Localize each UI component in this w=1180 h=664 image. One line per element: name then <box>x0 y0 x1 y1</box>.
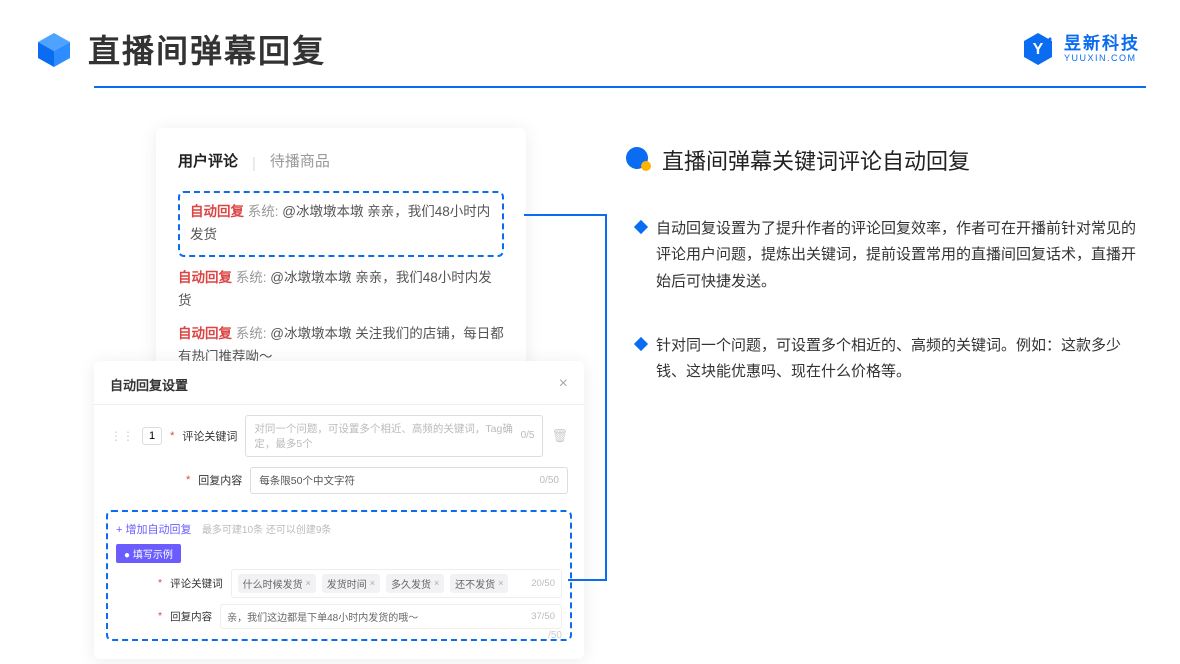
comments-panel: 用户评论 | 待播商品 自动回复 系统: @冰墩墩本墩 亲亲，我们48小时内发货… <box>156 128 526 387</box>
brand-name-cn: 昱新科技 <box>1064 35 1140 52</box>
tab-pending-products[interactable]: 待播商品 <box>270 150 330 177</box>
keyword-chip[interactable]: 发货时间× <box>322 574 380 593</box>
page-header: 直播间弹幕回复 Y 昱新科技 YUUXIN.COM <box>0 0 1180 72</box>
add-auto-reply-link[interactable]: + 增加自动回复 <box>116 524 191 536</box>
brand-name-en: YUUXIN.COM <box>1064 54 1140 63</box>
bullet-text: 针对同一个问题，可设置多个相近的、高频的关键词。例如：这款多少钱、这块能优惠吗、… <box>656 333 1140 386</box>
svg-text:Y: Y <box>1033 41 1044 58</box>
keyword-chip[interactable]: 什么时候发货× <box>238 574 316 593</box>
tabs: 用户评论 | 待播商品 <box>178 150 504 177</box>
example-badge: ● 填写示例 <box>116 544 181 563</box>
keyword-chip[interactable]: 多久发货× <box>386 574 444 593</box>
chip-remove-icon[interactable]: × <box>306 578 311 588</box>
settings-title: 自动回复设置 <box>110 375 188 394</box>
bullet-item: 自动回复设置为了提升作者的评论回复效率，作者可在开播前针对常见的评论用户问题，提… <box>636 216 1140 295</box>
add-hint: 最多可建10条 还可以创建9条 <box>202 525 331 536</box>
tab-user-comments[interactable]: 用户评论 <box>178 150 238 177</box>
chip-remove-icon[interactable]: × <box>498 578 503 588</box>
example-keyword-count: 20/50 <box>531 578 555 589</box>
bullet-text: 自动回复设置为了提升作者的评论回复效率，作者可在开播前针对常见的评论用户问题，提… <box>656 216 1140 295</box>
screenshots-column: 用户评论 | 待播商品 自动回复 系统: @冰墩墩本墩 亲亲，我们48小时内发货… <box>94 128 584 659</box>
section-title: 直播间弹幕关键词评论自动回复 <box>662 144 970 176</box>
index-box: 1 <box>142 427 162 445</box>
content-input[interactable]: 每条限50个中文字符 0/50 <box>250 467 568 494</box>
required-marker: * <box>158 577 162 589</box>
tab-separator: | <box>252 155 256 172</box>
system-label: 系统: <box>248 204 279 219</box>
section-heading: 直播间弹幕关键词评论自动回复 <box>624 144 1140 176</box>
required-marker: * <box>158 610 162 622</box>
auto-reply-tag: 自动回复 <box>178 326 232 341</box>
page-title: 直播间弹幕回复 <box>88 26 326 72</box>
close-icon[interactable]: × <box>559 375 568 393</box>
example-content-count: 37/50 <box>531 611 555 622</box>
example-content-label: 回复内容 <box>170 609 212 624</box>
example-content-input[interactable]: 亲，我们这边都是下单48小时内发货的哦～ 37/50 <box>220 604 562 629</box>
drag-handle-icon[interactable]: ⋮⋮ <box>110 429 134 443</box>
auto-reply-tag: 自动回复 <box>190 204 244 219</box>
bullet-list: 自动回复设置为了提升作者的评论回复效率，作者可在开播前针对常见的评论用户问题，提… <box>624 216 1140 385</box>
comment-line: 自动回复 系统: @冰墩墩本墩 亲亲，我们48小时内发货 <box>178 267 504 313</box>
title-group: 直播间弹幕回复 <box>34 26 326 72</box>
content-placeholder: 每条限50个中文字符 <box>259 473 355 488</box>
keyword-placeholder: 对同一个问题，可设置多个相近、高频的关键词，Tag确定，最多5个 <box>254 421 520 451</box>
auto-reply-settings-panel: 自动回复设置 × ⋮⋮ 1 * 评论关键词 对同一个问题，可设置多个相近、高频的… <box>94 361 584 659</box>
auto-reply-tag: 自动回复 <box>178 270 232 285</box>
system-label: 系统: <box>236 326 267 341</box>
content-row: * 回复内容 每条限50个中文字符 0/50 <box>94 457 584 494</box>
example-section: + 增加自动回复 最多可建10条 还可以创建9条 ● 填写示例 * 评论关键词 … <box>106 510 572 641</box>
description-column: 直播间弹幕关键词评论自动回复 自动回复设置为了提升作者的评论回复效率，作者可在开… <box>624 128 1140 659</box>
keyword-count: 0/5 <box>521 430 535 441</box>
keyword-label: 评论关键词 <box>182 428 237 444</box>
keyword-chip[interactable]: 还不发货× <box>450 574 508 593</box>
required-marker: * <box>186 474 190 486</box>
delete-icon[interactable]: 🗑 <box>551 428 568 444</box>
example-keyword-input[interactable]: 什么时候发货× 发货时间× 多久发货× 还不发货× 20/50 <box>231 569 562 598</box>
chip-remove-icon[interactable]: × <box>370 578 375 588</box>
diamond-bullet-icon <box>634 337 648 351</box>
brand-logo: Y 昱新科技 YUUXIN.COM <box>1020 31 1140 67</box>
example-keyword-label: 评论关键词 <box>170 576 223 591</box>
diamond-bullet-icon <box>634 220 648 234</box>
brand-mark-icon: Y <box>1020 31 1056 67</box>
cube-icon <box>34 29 74 69</box>
example-content-value: 亲，我们这边都是下单48小时内发货的哦～ <box>227 609 418 624</box>
chips-container: 什么时候发货× 发货时间× 多久发货× 还不发货× <box>238 574 512 593</box>
required-marker: * <box>170 430 174 442</box>
content-label: 回复内容 <box>198 472 242 488</box>
faded-count: /50 <box>548 630 562 641</box>
bullet-item: 针对同一个问题，可设置多个相近的、高频的关键词。例如：这款多少钱、这块能优惠吗、… <box>636 333 1140 386</box>
content-count: 0/50 <box>540 475 559 486</box>
keyword-row: ⋮⋮ 1 * 评论关键词 对同一个问题，可设置多个相近、高频的关键词，Tag确定… <box>94 405 584 457</box>
system-label: 系统: <box>236 270 267 285</box>
chip-remove-icon[interactable]: × <box>434 578 439 588</box>
highlighted-comment: 自动回复 系统: @冰墩墩本墩 亲亲，我们48小时内发货 <box>178 191 504 257</box>
keyword-input[interactable]: 对同一个问题，可设置多个相近、高频的关键词，Tag确定，最多5个 0/5 <box>245 415 543 457</box>
chat-bubble-icon <box>624 146 652 174</box>
